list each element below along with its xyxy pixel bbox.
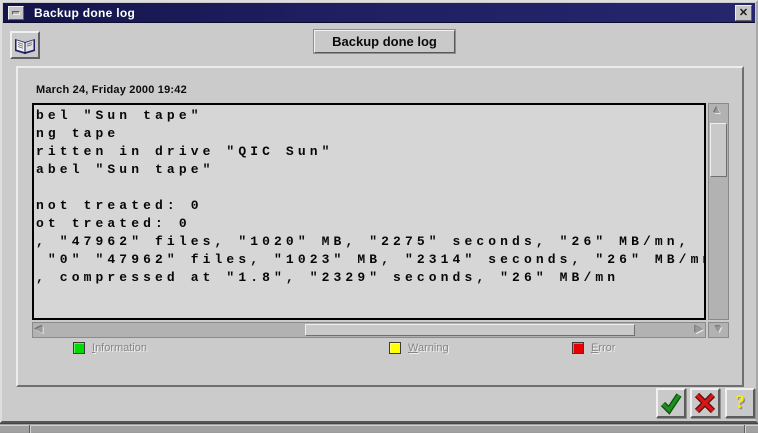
log-line: ritten in drive "QIC Sun" — [36, 143, 704, 161]
log-line: not treated: 0 — [36, 197, 704, 215]
log-line: abel "Sun tape" — [36, 161, 704, 179]
vertical-scrollbar[interactable]: ▲ — [708, 103, 729, 320]
log-line: bel "Sun tape" — [36, 107, 704, 125]
legend-label-information: Information — [92, 342, 147, 354]
log-panel: March 24, Friday 2000 19:42 bel "Sun tap… — [16, 66, 744, 387]
ok-button[interactable] — [656, 388, 686, 418]
horizontal-scrollbar[interactable]: ◀ ▶ — [32, 322, 706, 338]
scrollbar-corner[interactable]: ▼ — [708, 322, 729, 338]
background-window-edge — [0, 423, 758, 432]
log-line: , "47962" files, "1020" MB, "2275" secon… — [36, 233, 704, 251]
window-menu-icon[interactable] — [8, 6, 24, 20]
scroll-down-icon[interactable]: ▼ — [714, 325, 724, 335]
warning-swatch — [389, 342, 401, 354]
cancel-button[interactable] — [690, 388, 720, 418]
close-button[interactable]: ✕ — [735, 5, 752, 21]
open-book-icon — [14, 36, 36, 54]
scroll-left-icon[interactable]: ◀ — [35, 325, 43, 335]
log-text-area[interactable]: bel "Sun tape"ng taperitten in drive "QI… — [32, 103, 706, 320]
information-swatch — [73, 342, 85, 354]
log-line: ot treated: 0 — [36, 215, 704, 233]
close-icon: ✕ — [739, 8, 748, 19]
legend-item-information[interactable]: Information — [73, 341, 147, 355]
error-swatch — [572, 342, 584, 354]
window-title: Backup done log — [34, 6, 135, 20]
log-book-button[interactable] — [10, 31, 40, 59]
scroll-right-icon[interactable]: ▶ — [695, 325, 703, 335]
help-button[interactable]: ? — [725, 388, 755, 418]
titlebar[interactable]: Backup done log ✕ — [3, 3, 755, 23]
vertical-scrollbar-thumb[interactable] — [710, 123, 727, 177]
question-mark-icon: ? — [735, 392, 745, 414]
x-icon — [694, 392, 716, 414]
legend-item-error[interactable]: Error — [572, 341, 615, 355]
scroll-up-icon[interactable]: ▲ — [712, 106, 722, 116]
log-date: March 24, Friday 2000 19:42 — [36, 84, 187, 96]
log-line — [36, 179, 704, 197]
legend-label-warning: Warning — [408, 342, 449, 354]
log-line: "0" "47962" files, "1023" MB, "2314" sec… — [36, 251, 704, 269]
dialog-header-label: Backup done log — [314, 30, 455, 53]
legend-label-error: Error — [591, 342, 615, 354]
legend-item-warning[interactable]: Warning — [389, 341, 449, 355]
log-line: ng tape — [36, 125, 704, 143]
check-icon — [659, 391, 683, 415]
backup-done-log-window: Backup done log ✕ Backup done log March … — [0, 0, 758, 423]
horizontal-scrollbar-thumb[interactable] — [305, 324, 635, 336]
log-line: , compressed at "1.8", "2329" seconds, "… — [36, 269, 704, 287]
